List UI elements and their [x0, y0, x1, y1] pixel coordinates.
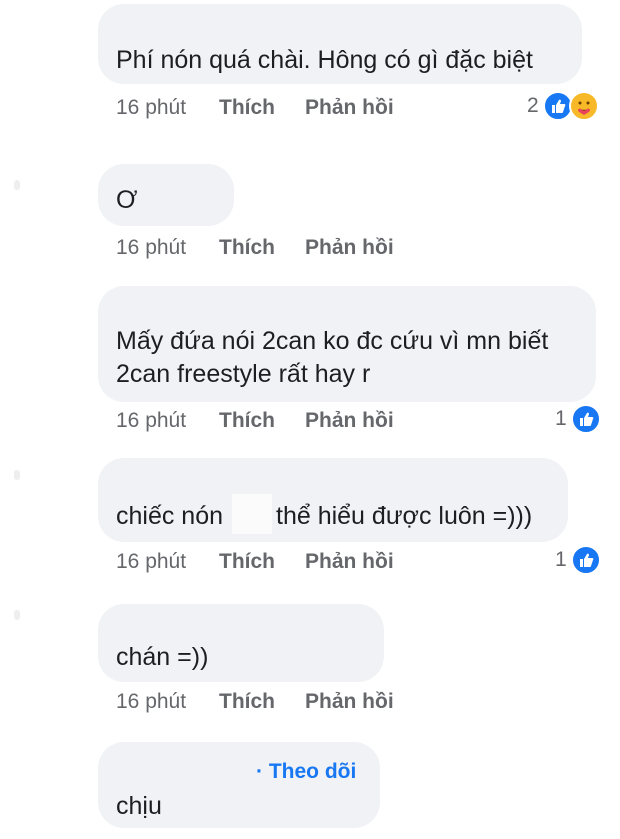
comment-text: chán =)): [116, 643, 209, 671]
avatar: [14, 180, 20, 190]
like-button[interactable]: Thích: [219, 550, 305, 574]
comment-time: 16 phút: [116, 550, 187, 573]
reaction-summary[interactable]: 2: [527, 91, 599, 121]
comment-time: 16 phút: [116, 409, 187, 432]
avatar: [14, 470, 20, 480]
comment-time: 16 phút: [116, 96, 187, 119]
like-icon: [570, 545, 601, 575]
reply-button[interactable]: Phản hồi: [305, 409, 394, 433]
comment-meta: 16 phút Thích Phản hồi: [116, 234, 394, 262]
like-button[interactable]: Thích: [219, 236, 305, 260]
care-icon: [568, 91, 599, 121]
comment-text: Ơ: [116, 186, 138, 214]
reaction-count: 2: [527, 94, 539, 117]
avatar: [14, 610, 20, 620]
comment-text: Mấy đứa nói 2can ko đc cứu vì mn biết: [116, 327, 549, 355]
comment-text: chiếc nón: [116, 502, 224, 530]
comment-text: 2can freestyle rất hay r: [116, 360, 371, 388]
like-icon: [570, 404, 601, 434]
reply-button[interactable]: Phản hồi: [305, 690, 394, 714]
comment-meta: 16 phút Thích Phản hồi: [116, 407, 394, 435]
comment-meta: 16 phút Thích Phản hồi: [116, 94, 394, 122]
comment-time: 16 phút: [116, 690, 187, 713]
reaction-summary[interactable]: 1: [555, 404, 601, 434]
comment-meta: 16 phút Thích Phản hồi: [116, 548, 394, 576]
comment-text: chịu: [116, 792, 162, 820]
like-button[interactable]: Thích: [219, 96, 305, 120]
reply-button[interactable]: Phản hồi: [305, 550, 394, 574]
comment-meta: 16 phút Thích Phản hồi: [116, 688, 394, 716]
reply-button[interactable]: Phản hồi: [305, 236, 394, 260]
follow-button[interactable]: · Theo dõi: [256, 760, 356, 784]
reaction-count: 1: [555, 407, 567, 430]
like-button[interactable]: Thích: [219, 409, 305, 433]
comment-text: Phí nón quá chài. Hông có gì đặc biệt: [116, 46, 533, 74]
comment-text: thể hiểu được luôn =))): [276, 502, 533, 530]
like-button[interactable]: Thích: [219, 690, 305, 714]
comment-time: 16 phút: [116, 236, 187, 259]
redacted-area: [232, 494, 272, 534]
reply-button[interactable]: Phản hồi: [305, 96, 394, 120]
reaction-count: 1: [555, 548, 567, 571]
reaction-summary[interactable]: 1: [555, 545, 601, 575]
